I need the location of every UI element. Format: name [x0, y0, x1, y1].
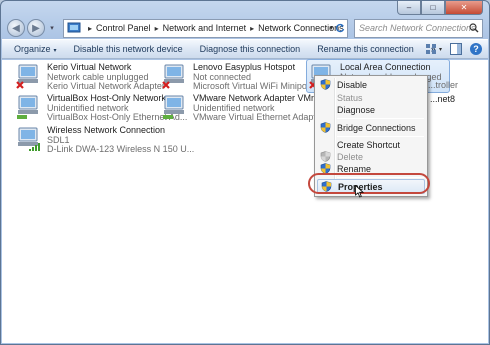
- network-unplugged-icon: [162, 64, 184, 89]
- view-controls: ▾ ?: [417, 43, 482, 55]
- search-icon[interactable]: [469, 22, 479, 33]
- maximize-button[interactable]: □: [421, 1, 445, 15]
- network-connected-icon: [163, 95, 184, 119]
- navigation-bar: ◀ ▶ ▾ ▸ Control Panel ▸ Network and Inte…: [7, 18, 483, 38]
- help-icon: ?: [470, 43, 482, 55]
- menu-item-label: Diagnose: [337, 104, 376, 115]
- menu-item-label: Create Shortcut: [337, 139, 401, 150]
- disable-device-button[interactable]: Disable this network device: [74, 44, 183, 54]
- menu-item-label: Bridge Connections: [337, 122, 416, 133]
- address-bar[interactable]: ▸ Control Panel ▸ Network and Internet ▸…: [63, 18, 348, 38]
- help-button[interactable]: ?: [470, 43, 482, 55]
- organize-label: Organize: [14, 44, 51, 54]
- network-connected-icon: [17, 95, 38, 119]
- back-arrow-icon: ◀: [12, 22, 20, 34]
- preview-pane-button[interactable]: [450, 43, 462, 55]
- menu-item-label: Rename: [337, 163, 372, 174]
- uac-shield-icon: [320, 79, 331, 90]
- connection-device: ...troller: [428, 80, 459, 90]
- preview-pane-icon: [450, 43, 462, 55]
- diagnose-connection-button[interactable]: Diagnose this connection: [200, 44, 301, 54]
- address-dropdown-icon[interactable]: ▾: [329, 24, 333, 32]
- connection-item[interactable]: VMware Network Adapter VMnet1 Unidentifi…: [161, 93, 334, 126]
- back-button[interactable]: ◀: [7, 19, 25, 37]
- search-placeholder: Search Network Connections: [359, 23, 476, 33]
- connection-item[interactable]: Kerio Virtual Network Network cable unpl…: [15, 62, 165, 95]
- view-options-dropdown[interactable]: ▾: [439, 46, 442, 53]
- breadcrumb-separator[interactable]: ▸: [250, 24, 254, 33]
- uac-shield-icon: [320, 122, 331, 133]
- menu-item-label: Delete: [337, 151, 364, 162]
- menu-item-label: Status: [337, 92, 363, 103]
- menu-item-diagnose[interactable]: Diagnose: [317, 103, 425, 116]
- menu-item-bridge-connections[interactable]: Bridge Connections: [317, 121, 425, 134]
- control-panel-icon: [67, 22, 81, 33]
- connection-item[interactable]: Lenovo Easyplus Hotspot Not connected Mi…: [161, 62, 328, 95]
- minimize-button[interactable]: –: [397, 1, 421, 15]
- command-bar: Organize ▾ Disable this network device Di…: [2, 39, 488, 59]
- view-icon: [425, 44, 436, 54]
- connection-device: D-Link DWA-123 Wireless N 150 U...: [47, 144, 195, 154]
- close-button[interactable]: ✕: [445, 1, 483, 15]
- chevron-down-icon: ▾: [53, 48, 57, 54]
- organize-menu-button[interactable]: Organize ▾: [14, 44, 57, 54]
- caption-buttons: – □ ✕: [397, 1, 483, 15]
- rename-connection-button[interactable]: Rename this connection: [317, 44, 414, 54]
- refresh-icon[interactable]: [335, 23, 345, 33]
- highlight-annotation: [308, 173, 430, 194]
- menu-separator: [337, 136, 424, 137]
- menu-separator: [337, 118, 424, 119]
- forward-arrow-icon: ▶: [32, 22, 40, 34]
- recent-pages-dropdown[interactable]: ▾: [47, 24, 57, 32]
- wireless-network-icon: [18, 127, 40, 151]
- menu-item-label: Disable: [337, 79, 368, 90]
- uac-shield-icon: [320, 151, 331, 162]
- search-input[interactable]: Search Network Connections: [354, 18, 483, 38]
- breadcrumb-control-panel[interactable]: Control Panel: [96, 23, 151, 33]
- breadcrumb-separator[interactable]: ▸: [155, 24, 159, 33]
- breadcrumb-separator[interactable]: ▸: [88, 24, 92, 33]
- connection-name[interactable]: ...net8: [430, 94, 455, 104]
- forward-button[interactable]: ▶: [27, 19, 45, 37]
- connection-item[interactable]: Wireless Network Connection SDL1 D-Link …: [15, 125, 195, 158]
- breadcrumb-network-and-internet[interactable]: Network and Internet: [163, 23, 247, 33]
- connection-device: Kerio Virtual Network Adapter: [47, 81, 165, 91]
- connection-device: VMware Virtual Ethernet Adapter ...: [193, 112, 334, 122]
- network-connections-window: – □ ✕ ◀ ▶ ▾ ▸ Control Panel ▸ Network an…: [0, 0, 490, 345]
- change-view-button[interactable]: [425, 43, 437, 55]
- menu-item-disable[interactable]: Disable: [317, 78, 425, 91]
- mouse-cursor-icon: [355, 185, 364, 198]
- network-unplugged-icon: [16, 64, 38, 89]
